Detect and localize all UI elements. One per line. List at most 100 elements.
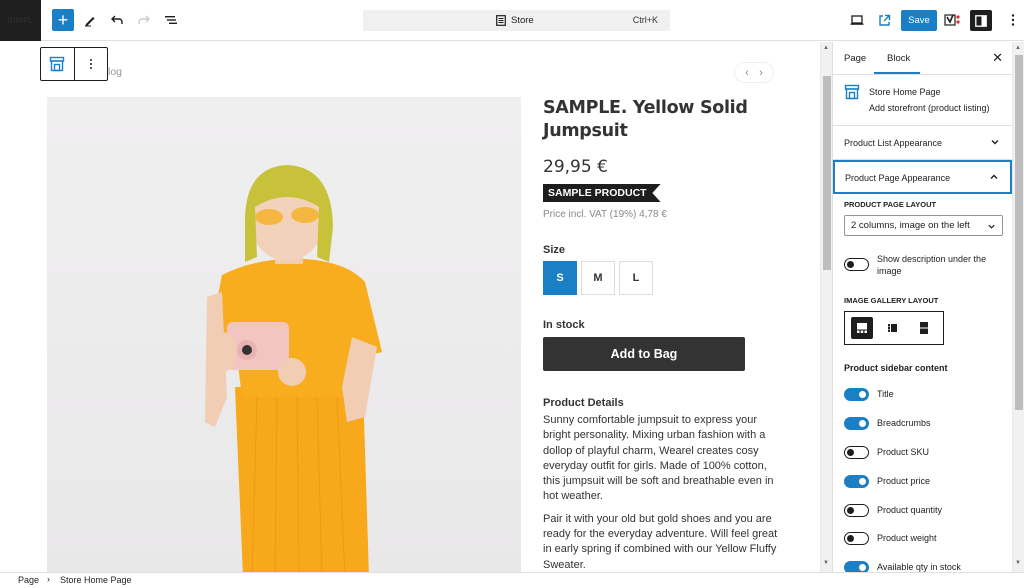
toggle-label: Available qty in stock bbox=[877, 562, 961, 572]
block-name: Store Home Page bbox=[869, 87, 941, 97]
size-option-m[interactable]: M bbox=[581, 261, 615, 295]
block-toolbar bbox=[40, 47, 108, 81]
settings-sidebar: Page Block ✕ Store Home Page Add storefr… bbox=[832, 42, 1012, 572]
site-logo[interactable]: SIMPL bbox=[0, 0, 41, 41]
gallery-stacked-icon bbox=[920, 322, 928, 334]
size-options: S M L bbox=[543, 261, 783, 295]
block-breadcrumb-bar: Page › Store Home Page bbox=[0, 572, 1024, 588]
product-price: 29,95 € bbox=[543, 157, 608, 177]
select-value: 2 columns, image on the left bbox=[851, 220, 970, 231]
panel-product-list-appearance[interactable]: Product List Appearance bbox=[833, 126, 1012, 160]
tab-page[interactable]: Page bbox=[844, 53, 866, 64]
save-button[interactable]: Save bbox=[901, 10, 937, 31]
settings-sidebar-toggle[interactable] bbox=[970, 10, 992, 31]
document-title: Store bbox=[511, 15, 534, 26]
chevron-down-icon bbox=[991, 140, 999, 145]
gallery-layout-options bbox=[844, 311, 944, 345]
product-description-paragraph: Pair it with your old but gold shoes and… bbox=[543, 512, 778, 571]
product-image[interactable] bbox=[47, 97, 521, 572]
command-palette-bar[interactable]: Store Ctrl+K bbox=[363, 10, 670, 31]
add-block-button[interactable]: + bbox=[52, 9, 74, 31]
toggle-label: Product SKU bbox=[877, 447, 930, 457]
toggle-breadcrumbs[interactable] bbox=[844, 417, 869, 430]
toggle-product-weight[interactable] bbox=[844, 532, 869, 545]
storefront-icon bbox=[844, 84, 860, 100]
product-page-layout-select[interactable]: 2 columns, image on the left bbox=[844, 215, 1003, 236]
toggle-label: Product weight bbox=[877, 533, 937, 543]
yoast-seo-button[interactable] bbox=[942, 9, 964, 31]
canvas-scroll-thumb[interactable] bbox=[823, 76, 831, 270]
gallery-bottom-icon bbox=[857, 323, 867, 333]
keyboard-shortcut: Ctrl+K bbox=[632, 15, 658, 25]
chevron-down-icon bbox=[988, 224, 995, 229]
size-option-s[interactable]: S bbox=[543, 261, 577, 295]
scroll-down-arrow[interactable]: ▼ bbox=[823, 560, 829, 566]
image-gallery-layout-label: IMAGE GALLERY LAYOUT bbox=[844, 296, 939, 305]
block-type-button[interactable] bbox=[41, 48, 75, 80]
panel-label: Product List Appearance bbox=[844, 138, 943, 148]
external-view-icon bbox=[878, 14, 890, 26]
canvas-scrollbar[interactable]: ▲ ▼ bbox=[820, 42, 832, 572]
show-description-label: Show description under the image bbox=[877, 254, 987, 276]
block-options-button[interactable] bbox=[75, 48, 108, 80]
pencil-tools-icon bbox=[85, 17, 95, 27]
gallery-layout-option[interactable] bbox=[851, 317, 873, 339]
options-button[interactable] bbox=[1002, 9, 1024, 31]
add-to-bag-button[interactable]: Add to Bag bbox=[543, 337, 745, 371]
gallery-left-icon bbox=[888, 324, 897, 332]
tab-block[interactable]: Block bbox=[887, 53, 910, 64]
undo-button[interactable] bbox=[106, 9, 128, 31]
breadcrumb-item[interactable]: Store Home Page bbox=[60, 575, 132, 585]
product-description-paragraph: Sunny comfortable jumpsuit to express yo… bbox=[543, 414, 774, 503]
product-info: SAMPLE. Yellow Solid Jumpsuit 29,95 € SA… bbox=[543, 97, 783, 572]
document-overview-icon bbox=[165, 16, 177, 24]
add-to-bag-label: Add to Bag bbox=[610, 347, 678, 361]
sample-product-badge: SAMPLE PRODUCT bbox=[543, 184, 661, 202]
scroll-up-arrow[interactable]: ▲ bbox=[823, 45, 829, 51]
product-photo-illustration bbox=[205, 165, 382, 572]
chevron-up-icon bbox=[990, 174, 998, 179]
toggle-available-qty[interactable] bbox=[844, 561, 869, 572]
plus-icon: + bbox=[57, 10, 69, 30]
sidebar-settings-icon bbox=[975, 14, 987, 27]
redo-button[interactable] bbox=[133, 9, 155, 31]
toggle-product-price[interactable] bbox=[844, 475, 869, 488]
panel-product-page-appearance[interactable]: Product Page Appearance bbox=[833, 160, 1012, 194]
product-title: SAMPLE. Yellow Solid Jumpsuit bbox=[543, 98, 748, 141]
breadcrumb-item[interactable]: Page bbox=[18, 575, 39, 585]
size-option-l[interactable]: L bbox=[619, 261, 653, 295]
sidebar-scroll-thumb[interactable] bbox=[1015, 55, 1023, 410]
view-page-button[interactable] bbox=[873, 9, 895, 31]
previous-product-arrow[interactable]: ‹ bbox=[745, 67, 749, 79]
block-card: Store Home Page Add storefront (product … bbox=[833, 75, 1012, 126]
save-label: Save bbox=[908, 15, 930, 26]
redo-icon bbox=[138, 15, 150, 24]
vat-text: Price incl. VAT (19%) 4,78 € bbox=[543, 209, 667, 220]
size-label: Size bbox=[543, 244, 566, 256]
scroll-up-arrow[interactable]: ▲ bbox=[1015, 45, 1021, 51]
store-breadcrumb[interactable]: log bbox=[108, 66, 122, 78]
preview-button[interactable] bbox=[846, 9, 868, 31]
close-sidebar-icon[interactable]: ✕ bbox=[992, 50, 1003, 66]
show-description-toggle[interactable] bbox=[844, 258, 869, 271]
toggle-label: Product price bbox=[877, 476, 931, 486]
toggle-product-quantity[interactable] bbox=[844, 504, 869, 517]
gallery-layout-option[interactable] bbox=[882, 317, 904, 339]
sidebar-tabs: Page Block ✕ bbox=[833, 42, 1012, 75]
chevron-right-icon: › bbox=[47, 574, 50, 584]
tools-button[interactable] bbox=[79, 9, 101, 31]
toggle-product-sku[interactable] bbox=[844, 446, 869, 459]
document-overview-button[interactable] bbox=[160, 9, 182, 31]
toggle-title[interactable] bbox=[844, 388, 869, 401]
editor-canvas: log ‹ › SAMPLE. Yellow Solid Jumpsuit 29… bbox=[0, 42, 818, 572]
block-description: Add storefront (product listing) bbox=[869, 103, 990, 113]
sidebar-scrollbar[interactable]: ▲ ▼ bbox=[1012, 42, 1024, 572]
undo-icon bbox=[111, 15, 123, 24]
yoast-icon bbox=[944, 14, 960, 26]
more-options-icon bbox=[1011, 14, 1015, 26]
scroll-down-arrow[interactable]: ▼ bbox=[1015, 560, 1021, 566]
product-details-heading: Product Details bbox=[543, 397, 624, 409]
next-product-arrow[interactable]: › bbox=[759, 67, 763, 79]
gallery-layout-option[interactable] bbox=[913, 317, 935, 339]
editor-top-bar: SIMPL + Store Ctrl+K Save bbox=[0, 0, 1024, 41]
